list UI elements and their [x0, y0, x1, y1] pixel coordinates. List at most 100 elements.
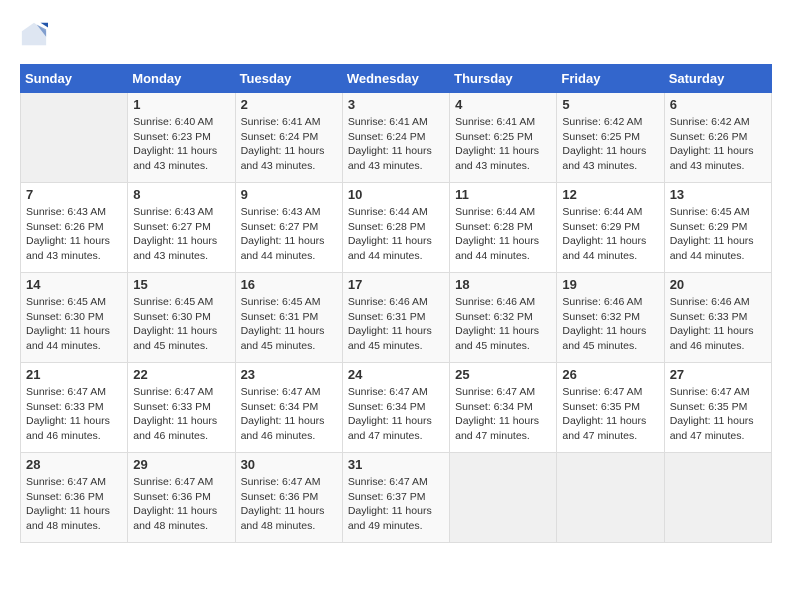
- day-info: Sunrise: 6:46 AMSunset: 6:31 PMDaylight:…: [348, 295, 444, 354]
- day-number: 6: [670, 97, 766, 112]
- calendar-cell: 18 Sunrise: 6:46 AMSunset: 6:32 PMDayligh…: [450, 273, 557, 363]
- calendar-cell: 13 Sunrise: 6:45 AMSunset: 6:29 PMDayligh…: [664, 183, 771, 273]
- weekday-header-monday: Monday: [128, 65, 235, 93]
- calendar-cell: 8 Sunrise: 6:43 AMSunset: 6:27 PMDaylight…: [128, 183, 235, 273]
- calendar-cell: 12 Sunrise: 6:44 AMSunset: 6:29 PMDayligh…: [557, 183, 664, 273]
- day-info: Sunrise: 6:46 AMSunset: 6:33 PMDaylight:…: [670, 295, 766, 354]
- calendar-cell: 15Sunrise: 6:45 AMSunset: 6:30 PMDayligh…: [128, 273, 235, 363]
- day-info: Sunrise: 6:45 AMSunset: 6:29 PMDaylight:…: [670, 205, 766, 264]
- weekday-header-wednesday: Wednesday: [342, 65, 449, 93]
- day-info: Sunrise: 6:47 AMSunset: 6:37 PMDaylight:…: [348, 475, 444, 534]
- day-info: Sunrise: 6:41 AMSunset: 6:24 PMDaylight:…: [241, 115, 337, 174]
- calendar-cell: 5 Sunrise: 6:42 AMSunset: 6:25 PMDaylight…: [557, 93, 664, 183]
- day-number: 20: [670, 277, 766, 292]
- day-number: 30: [241, 457, 337, 472]
- day-number: 10: [348, 187, 444, 202]
- calendar-cell: [664, 453, 771, 543]
- calendar-cell: 22 Sunrise: 6:47 AMSunset: 6:33 PMDayligh…: [128, 363, 235, 453]
- day-info: Sunrise: 6:45 AMSunset: 6:30 PMDaylight:…: [133, 295, 229, 354]
- day-number: 9: [241, 187, 337, 202]
- calendar-cell: 17 Sunrise: 6:46 AMSunset: 6:31 PMDayligh…: [342, 273, 449, 363]
- day-number: 26: [562, 367, 658, 382]
- day-info: Sunrise: 6:47 AMSunset: 6:36 PMDaylight:…: [241, 475, 337, 534]
- day-info: Sunrise: 6:46 AMSunset: 6:32 PMDaylight:…: [455, 295, 551, 354]
- calendar-cell: 23 Sunrise: 6:47 AMSunset: 6:34 PMDayligh…: [235, 363, 342, 453]
- calendar-cell: 7Sunrise: 6:43 AMSunset: 6:26 PMDaylight…: [21, 183, 128, 273]
- day-info: Sunrise: 6:47 AMSunset: 6:34 PMDaylight:…: [348, 385, 444, 444]
- day-info: Sunrise: 6:44 AMSunset: 6:28 PMDaylight:…: [455, 205, 551, 264]
- day-info: Sunrise: 6:47 AMSunset: 6:34 PMDaylight:…: [241, 385, 337, 444]
- day-number: 19: [562, 277, 658, 292]
- day-number: 23: [241, 367, 337, 382]
- calendar-cell: 27 Sunrise: 6:47 AMSunset: 6:35 PMDayligh…: [664, 363, 771, 453]
- day-info: Sunrise: 6:47 AMSunset: 6:36 PMDaylight:…: [26, 475, 122, 534]
- day-number: 18: [455, 277, 551, 292]
- day-number: 3: [348, 97, 444, 112]
- calendar-cell: 1 Sunrise: 6:40 AMSunset: 6:23 PMDaylight…: [128, 93, 235, 183]
- day-number: 7: [26, 187, 122, 202]
- calendar-week-1: 1 Sunrise: 6:40 AMSunset: 6:23 PMDaylight…: [21, 93, 772, 183]
- day-number: 1: [133, 97, 229, 112]
- weekday-row: SundayMondayTuesdayWednesdayThursdayFrid…: [21, 65, 772, 93]
- calendar-cell: 11Sunrise: 6:44 AMSunset: 6:28 PMDayligh…: [450, 183, 557, 273]
- calendar-cell: 3 Sunrise: 6:41 AMSunset: 6:24 PMDaylight…: [342, 93, 449, 183]
- weekday-header-saturday: Saturday: [664, 65, 771, 93]
- calendar-cell: 21 Sunrise: 6:47 AMSunset: 6:33 PMDayligh…: [21, 363, 128, 453]
- day-info: Sunrise: 6:46 AMSunset: 6:32 PMDaylight:…: [562, 295, 658, 354]
- day-number: 4: [455, 97, 551, 112]
- day-info: Sunrise: 6:43 AMSunset: 6:27 PMDaylight:…: [133, 205, 229, 264]
- calendar-body: 1 Sunrise: 6:40 AMSunset: 6:23 PMDaylight…: [21, 93, 772, 543]
- calendar-table: SundayMondayTuesdayWednesdayThursdayFrid…: [20, 64, 772, 543]
- day-number: 2: [241, 97, 337, 112]
- day-info: Sunrise: 6:44 AMSunset: 6:28 PMDaylight:…: [348, 205, 444, 264]
- day-number: 29: [133, 457, 229, 472]
- day-number: 5: [562, 97, 658, 112]
- day-info: Sunrise: 6:47 AMSunset: 6:34 PMDaylight:…: [455, 385, 551, 444]
- day-info: Sunrise: 6:47 AMSunset: 6:33 PMDaylight:…: [133, 385, 229, 444]
- calendar-week-3: 14 Sunrise: 6:45 AMSunset: 6:30 PMDayligh…: [21, 273, 772, 363]
- day-info: Sunrise: 6:47 AMSunset: 6:36 PMDaylight:…: [133, 475, 229, 534]
- day-info: Sunrise: 6:42 AMSunset: 6:25 PMDaylight:…: [562, 115, 658, 174]
- day-info: Sunrise: 6:40 AMSunset: 6:23 PMDaylight:…: [133, 115, 229, 174]
- day-number: 28: [26, 457, 122, 472]
- calendar-cell: 14 Sunrise: 6:45 AMSunset: 6:30 PMDayligh…: [21, 273, 128, 363]
- calendar-cell: 6 Sunrise: 6:42 AMSunset: 6:26 PMDaylight…: [664, 93, 771, 183]
- calendar-cell: [557, 453, 664, 543]
- day-number: 12: [562, 187, 658, 202]
- calendar-cell: 16Sunrise: 6:45 AMSunset: 6:31 PMDayligh…: [235, 273, 342, 363]
- day-number: 21: [26, 367, 122, 382]
- day-number: 22: [133, 367, 229, 382]
- calendar-cell: [450, 453, 557, 543]
- calendar-cell: 4 Sunrise: 6:41 AMSunset: 6:25 PMDaylight…: [450, 93, 557, 183]
- day-info: Sunrise: 6:42 AMSunset: 6:26 PMDaylight:…: [670, 115, 766, 174]
- calendar-cell: 19 Sunrise: 6:46 AMSunset: 6:32 PMDayligh…: [557, 273, 664, 363]
- calendar-week-4: 21 Sunrise: 6:47 AMSunset: 6:33 PMDayligh…: [21, 363, 772, 453]
- day-info: Sunrise: 6:44 AMSunset: 6:29 PMDaylight:…: [562, 205, 658, 264]
- day-number: 25: [455, 367, 551, 382]
- calendar-week-5: 28 Sunrise: 6:47 AMSunset: 6:36 PMDayligh…: [21, 453, 772, 543]
- calendar-cell: 24Sunrise: 6:47 AMSunset: 6:34 PMDayligh…: [342, 363, 449, 453]
- day-number: 27: [670, 367, 766, 382]
- day-info: Sunrise: 6:41 AMSunset: 6:25 PMDaylight:…: [455, 115, 551, 174]
- day-info: Sunrise: 6:45 AMSunset: 6:31 PMDaylight:…: [241, 295, 337, 354]
- calendar-cell: 26 Sunrise: 6:47 AMSunset: 6:35 PMDayligh…: [557, 363, 664, 453]
- generalblue-logo-icon: [20, 20, 48, 48]
- calendar-header: SundayMondayTuesdayWednesdayThursdayFrid…: [21, 65, 772, 93]
- day-info: Sunrise: 6:45 AMSunset: 6:30 PMDaylight:…: [26, 295, 122, 354]
- day-info: Sunrise: 6:41 AMSunset: 6:24 PMDaylight:…: [348, 115, 444, 174]
- calendar-cell: [21, 93, 128, 183]
- calendar-cell: 28 Sunrise: 6:47 AMSunset: 6:36 PMDayligh…: [21, 453, 128, 543]
- calendar-cell: 31Sunrise: 6:47 AMSunset: 6:37 PMDayligh…: [342, 453, 449, 543]
- day-info: Sunrise: 6:47 AMSunset: 6:33 PMDaylight:…: [26, 385, 122, 444]
- day-number: 13: [670, 187, 766, 202]
- calendar-week-2: 7Sunrise: 6:43 AMSunset: 6:26 PMDaylight…: [21, 183, 772, 273]
- calendar-cell: 9Sunrise: 6:43 AMSunset: 6:27 PMDaylight…: [235, 183, 342, 273]
- day-number: 17: [348, 277, 444, 292]
- day-number: 14: [26, 277, 122, 292]
- calendar-cell: 25 Sunrise: 6:47 AMSunset: 6:34 PMDayligh…: [450, 363, 557, 453]
- day-info: Sunrise: 6:47 AMSunset: 6:35 PMDaylight:…: [562, 385, 658, 444]
- day-info: Sunrise: 6:47 AMSunset: 6:35 PMDaylight:…: [670, 385, 766, 444]
- weekday-header-tuesday: Tuesday: [235, 65, 342, 93]
- day-number: 8: [133, 187, 229, 202]
- weekday-header-thursday: Thursday: [450, 65, 557, 93]
